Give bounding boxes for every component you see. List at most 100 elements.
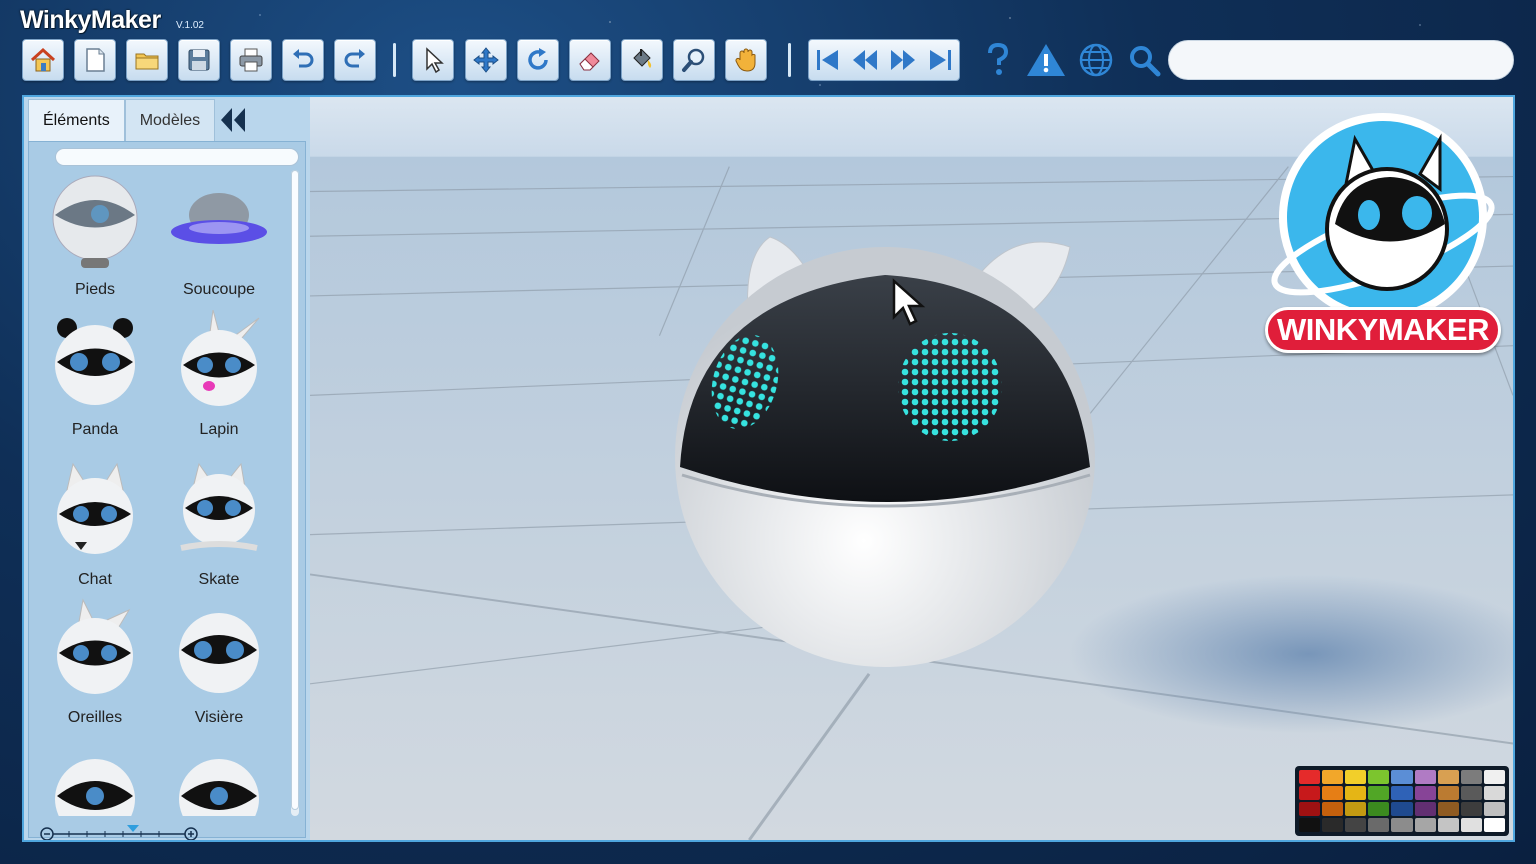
scrollbar-thumb[interactable] <box>291 170 299 810</box>
color-swatch[interactable] <box>1299 818 1321 832</box>
color-swatch[interactable] <box>1391 818 1413 832</box>
color-swatch[interactable] <box>1322 786 1344 800</box>
color-swatch[interactable] <box>1460 802 1482 816</box>
color-swatch[interactable] <box>1460 770 1482 784</box>
color-swatch[interactable] <box>1345 770 1367 784</box>
color-swatch[interactable] <box>1437 786 1459 800</box>
element-item-soucoupe[interactable]: Soucoupe <box>157 170 281 310</box>
color-swatch[interactable] <box>1460 818 1482 832</box>
color-swatch[interactable] <box>1483 770 1505 784</box>
filter-input[interactable] <box>55 148 299 166</box>
element-item-oreilles[interactable]: Oreilles <box>33 598 157 738</box>
tab-models[interactable]: Modèles <box>124 99 216 141</box>
color-swatch[interactable] <box>1391 770 1413 784</box>
search-button[interactable] <box>1124 39 1164 81</box>
home-icon <box>30 47 56 72</box>
color-swatch[interactable] <box>1322 802 1344 816</box>
element-item-lapin[interactable]: Lapin <box>157 309 281 450</box>
color-swatch[interactable] <box>1368 786 1390 800</box>
color-swatch[interactable] <box>1414 786 1436 800</box>
mouse-cursor-icon <box>892 278 926 326</box>
panda-thumbnail <box>55 318 135 405</box>
color-swatch[interactable] <box>1322 770 1344 784</box>
skip-first-icon[interactable] <box>813 45 843 75</box>
saucer-thumbnail <box>171 193 267 244</box>
color-swatch[interactable] <box>1299 802 1321 816</box>
color-swatch[interactable] <box>1368 802 1390 816</box>
color-swatch[interactable] <box>1299 770 1321 784</box>
move-tool-button[interactable] <box>465 39 507 81</box>
elements-scrollbar[interactable] <box>291 170 299 816</box>
new-file-icon <box>86 48 105 72</box>
language-button[interactable] <box>1076 39 1116 81</box>
undo-icon <box>293 49 314 68</box>
fast-forward-icon[interactable] <box>888 45 918 75</box>
open-folder-icon <box>135 53 159 70</box>
color-swatch[interactable] <box>1414 818 1436 832</box>
element-item-skate[interactable]: Skate <box>157 460 281 600</box>
app-version: V.1.02 <box>176 20 204 31</box>
home-button[interactable] <box>22 39 64 81</box>
zoom-icon <box>682 48 705 72</box>
color-swatch[interactable] <box>1483 802 1505 816</box>
color-swatch[interactable] <box>1437 802 1459 816</box>
color-swatch[interactable] <box>1345 786 1367 800</box>
color-swatch[interactable] <box>1368 770 1390 784</box>
elements-panel: Éléments Modèles Pieds Soucoupe Panda La… <box>24 97 310 840</box>
open-folder-button[interactable] <box>126 39 168 81</box>
hand-pan-button[interactable] <box>725 39 767 81</box>
color-swatch[interactable] <box>1437 818 1459 832</box>
rotate-tool-button[interactable] <box>517 39 559 81</box>
color-swatch[interactable] <box>1437 770 1459 784</box>
help-button[interactable] <box>980 39 1016 81</box>
element-item-visiere[interactable]: Visière <box>157 598 281 738</box>
color-swatch[interactable] <box>1414 770 1436 784</box>
slider-thumb[interactable] <box>127 825 139 832</box>
warning-button[interactable] <box>1024 39 1068 81</box>
rewind-icon[interactable] <box>850 45 880 75</box>
element-item-chat[interactable]: Chat <box>33 460 157 600</box>
3d-viewport[interactable]: WINKYMAKER <box>310 97 1513 840</box>
color-swatch[interactable] <box>1391 786 1413 800</box>
elements-list: Pieds Soucoupe Panda Lapin Chat Skate Or… <box>28 141 306 840</box>
save-icon <box>188 49 210 71</box>
collapse-panel-button[interactable] <box>216 105 250 135</box>
color-swatch[interactable] <box>1368 818 1390 832</box>
help-icon <box>988 42 1009 75</box>
eraser-tool-button[interactable] <box>569 39 611 81</box>
undo-button[interactable] <box>282 39 324 81</box>
print-button[interactable] <box>230 39 272 81</box>
color-swatch[interactable] <box>1345 802 1367 816</box>
tab-elements[interactable]: Éléments <box>28 99 125 141</box>
eraser-icon <box>579 52 600 71</box>
workspace: WINKYMAKER Éléments Modèles Pieds Soucou… <box>22 95 1515 842</box>
thumbnail-zoom-slider[interactable] <box>39 822 199 842</box>
paint-bucket-button[interactable] <box>621 39 663 81</box>
element-item[interactable] <box>157 744 281 816</box>
color-swatch[interactable] <box>1322 818 1344 832</box>
panel-tabs: Éléments Modèles <box>28 99 216 141</box>
color-swatch[interactable] <box>1414 802 1436 816</box>
color-swatch[interactable] <box>1345 818 1367 832</box>
search-input[interactable] <box>1168 40 1514 80</box>
rotate-icon <box>528 48 548 70</box>
new-file-button[interactable] <box>74 39 116 81</box>
color-swatch[interactable] <box>1299 786 1321 800</box>
element-item-panda[interactable]: Panda <box>33 310 157 450</box>
color-swatch[interactable] <box>1483 818 1505 832</box>
skip-last-icon[interactable] <box>925 45 955 75</box>
brand-wordmark: WINKYMAKER <box>1265 307 1501 353</box>
element-item[interactable] <box>33 744 157 816</box>
cat-thumbnail <box>57 462 133 554</box>
element-item-pieds[interactable]: Pieds <box>33 170 157 310</box>
select-tool-button[interactable] <box>412 39 454 81</box>
zoom-tool-button[interactable] <box>673 39 715 81</box>
globe-icon <box>1079 43 1113 77</box>
color-swatch[interactable] <box>1391 802 1413 816</box>
redo-button[interactable] <box>334 39 376 81</box>
color-swatch[interactable] <box>1460 786 1482 800</box>
toolbar-separator <box>393 43 396 77</box>
color-swatch[interactable] <box>1483 786 1505 800</box>
brand-badge: WINKYMAKER <box>1265 109 1505 369</box>
save-button[interactable] <box>178 39 220 81</box>
